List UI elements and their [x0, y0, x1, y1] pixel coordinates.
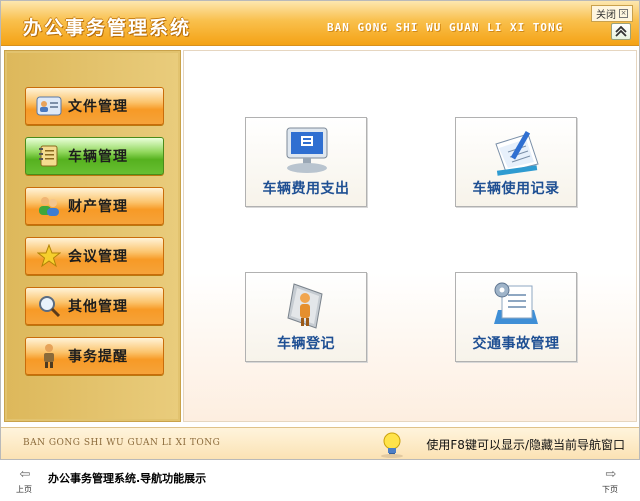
main-pane: 车辆费用支出 车辆使用记录 车辆登记 交通事故管理 — [183, 50, 637, 422]
sidebar-item-other-management[interactable]: 其他管理 — [25, 287, 164, 325]
window-title: 办公事务管理系统 — [23, 17, 192, 39]
sidebar-item-label: 其他管理 — [68, 299, 128, 315]
collapse-button[interactable] — [611, 23, 631, 40]
app-window: 办公事务管理系统 BAN GONG SHI WU GUAN LI XI TONG… — [0, 0, 640, 460]
people-icon — [35, 192, 63, 220]
lightbulb-icon — [379, 430, 405, 458]
tile-vehicle-registration[interactable]: 车辆登记 — [245, 272, 367, 362]
sidebar-item-vehicle-management[interactable]: 车辆管理 — [25, 137, 164, 175]
close-button[interactable]: 关闭 × — [591, 5, 633, 22]
notepad-pen-icon — [456, 124, 576, 178]
person-document-icon — [246, 279, 366, 333]
tile-label: 车辆使用记录 — [472, 181, 560, 197]
status-bar: BAN GONG SHI WU GUAN LI XI TONG 使用F8键可以显… — [1, 427, 639, 459]
tile-label: 交通事故管理 — [472, 336, 560, 352]
sidebar-item-label: 财产管理 — [68, 199, 128, 215]
close-label: 关闭 — [596, 10, 616, 21]
double-chevron-up-icon — [615, 26, 627, 37]
person-icon — [35, 342, 63, 370]
tile-label: 车辆登记 — [277, 336, 335, 352]
star-icon — [35, 242, 63, 270]
sidebar-item-label: 会议管理 — [68, 249, 128, 265]
notepad-icon — [35, 142, 63, 170]
sidebar-item-property-management[interactable]: 财产管理 — [25, 187, 164, 225]
tile-vehicle-expenses[interactable]: 车辆费用支出 — [245, 117, 367, 207]
sidebar-item-task-reminder[interactable]: 事务提醒 — [25, 337, 164, 375]
sidebar-item-meeting-management[interactable]: 会议管理 — [25, 237, 164, 275]
pinyin-title: BAN GONG SHI WU GUAN LI XI TONG — [327, 21, 564, 34]
tile-traffic-accident-management[interactable]: 交通事故管理 — [455, 272, 577, 362]
sidebar-item-label: 事务提醒 — [68, 349, 128, 365]
previous-page-button[interactable]: ⇦ 上页 — [14, 468, 36, 495]
next-page-label: 下页 — [602, 485, 618, 494]
content-area: 文件管理 车辆管理 财产管理 会议管理 其他管理 事务提醒 车辆费用支出 车辆使… — [1, 47, 639, 427]
title-bar: 办公事务管理系统 BAN GONG SHI WU GUAN LI XI TONG… — [1, 1, 639, 46]
arrow-right-icon: ⇨ — [605, 467, 617, 482]
document-gear-icon — [456, 279, 576, 333]
sidebar: 文件管理 车辆管理 财产管理 会议管理 其他管理 事务提醒 — [4, 50, 181, 422]
previous-page-label: 上页 — [16, 485, 32, 494]
sidebar-inner: 文件管理 车辆管理 财产管理 会议管理 其他管理 事务提醒 — [7, 53, 178, 419]
page-caption: 办公事务管理系统.导航功能展示 — [48, 472, 207, 485]
next-page-button[interactable]: ⇨ 下页 — [600, 468, 622, 495]
sidebar-item-file-management[interactable]: 文件管理 — [25, 87, 164, 125]
contact-card-icon — [35, 92, 63, 120]
magnifier-icon — [35, 292, 63, 320]
status-pinyin: BAN GONG SHI WU GUAN LI XI TONG — [23, 438, 221, 448]
tile-label: 车辆费用支出 — [262, 181, 350, 197]
arrow-left-icon: ⇦ — [19, 467, 31, 482]
status-hint: 使用F8键可以显示/隐藏当前导航窗口 — [426, 438, 625, 452]
sidebar-item-label: 车辆管理 — [68, 149, 128, 165]
computer-monitor-icon — [246, 124, 366, 178]
sidebar-item-label: 文件管理 — [68, 99, 128, 115]
tile-vehicle-usage-record[interactable]: 车辆使用记录 — [455, 117, 577, 207]
bottom-nav-bar: ⇦ 上页 办公事务管理系统.导航功能展示 ⇨ 下页 — [0, 462, 640, 501]
close-icon: × — [619, 9, 628, 18]
